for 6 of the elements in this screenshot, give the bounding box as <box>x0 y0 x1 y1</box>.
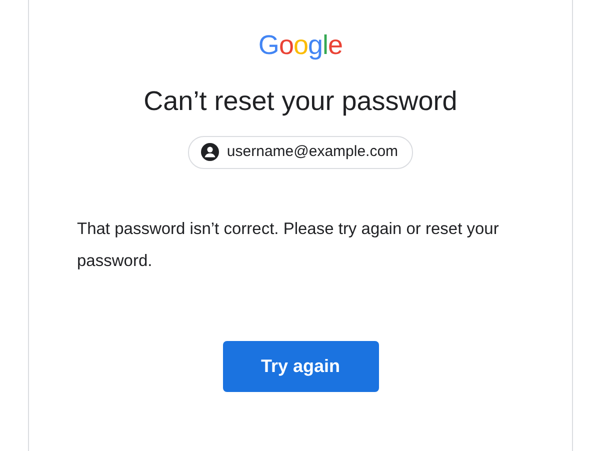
logo: Google <box>258 30 343 60</box>
page-title: Can’t reset your password <box>142 85 458 118</box>
error-message: That password isn’t correct. Please try again or reset your password. <box>77 218 500 272</box>
account-icon <box>200 143 219 162</box>
account-chip[interactable]: username@example.com <box>188 136 414 168</box>
try-again-button[interactable]: Try again <box>222 340 378 392</box>
